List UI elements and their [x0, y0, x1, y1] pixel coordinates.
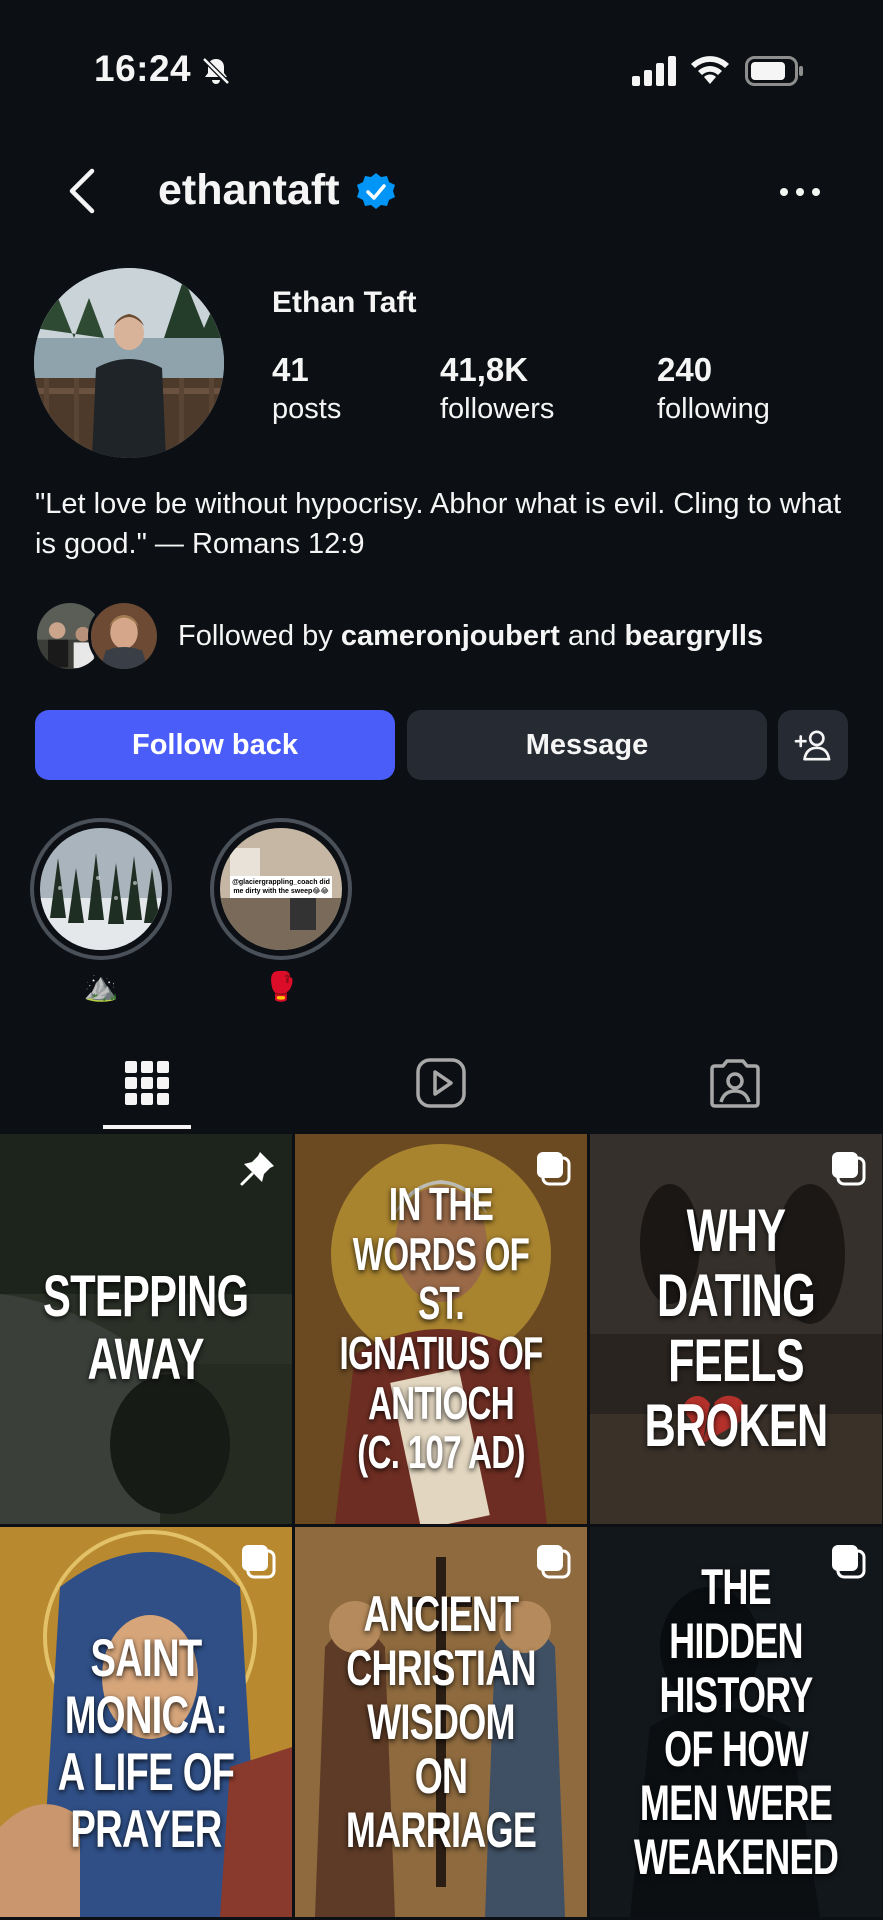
stat-label: following [657, 393, 770, 425]
post-title: THE HIDDEN HISTORY OF HOW MEN WERE WEAKE… [631, 1560, 841, 1884]
post-title-text: WHY DATING FEELS BROKEN [644, 1197, 829, 1459]
display-name: Ethan Taft [272, 286, 417, 319]
mutual-user-2[interactable]: beargrylls [624, 620, 763, 652]
active-tab-indicator [103, 1125, 191, 1129]
message-button[interactable]: Message [407, 710, 767, 780]
post-tile[interactable]: SAINT MONICA: A LIFE OF PRAYER [0, 1527, 292, 1917]
highlight-cover: @glaciergrappling_coach did me dirty wit… [220, 828, 342, 950]
post-title: ANCIENT CHRISTIAN WISDOM ON MARRIAGE [336, 1587, 546, 1857]
battery-icon [745, 56, 803, 86]
post-tile[interactable]: WHY DATING FEELS BROKEN [590, 1134, 882, 1524]
profile-avatar[interactable] [34, 268, 224, 458]
carousel-icon [242, 1545, 276, 1579]
status-bar: 16:24 [0, 0, 883, 140]
highlight-caption: @glaciergrappling_coach did me dirty wit… [230, 876, 332, 898]
post-title-text: STEPPING AWAY [43, 1264, 249, 1392]
following-count[interactable]: 240 following [657, 350, 770, 428]
post-title: IN THE WORDS OF ST. IGNATIUS OF ANTIOCH … [336, 1177, 546, 1479]
carousel-icon [537, 1545, 571, 1579]
posts-count[interactable]: 41 posts [272, 350, 341, 428]
stat-value: 41,8K [440, 351, 529, 388]
back-button[interactable] [64, 166, 100, 216]
pin-icon [240, 1152, 274, 1186]
followers-count[interactable]: 41,8K followers [440, 350, 554, 428]
followed-by-joiner: and [559, 620, 625, 652]
story-highlight-mountain[interactable] [30, 818, 172, 960]
stat-value: 240 [657, 351, 713, 388]
tab-posts-grid[interactable] [119, 1055, 175, 1111]
post-tile[interactable]: STEPPING AWAY [0, 1134, 292, 1524]
carousel-icon [832, 1545, 866, 1579]
suggested-accounts-button[interactable] [778, 710, 848, 780]
post-title-text: ANCIENT CHRISTIAN WISDOM ON MARRIAGE [345, 1586, 537, 1858]
mutual-followers-avatars[interactable] [34, 600, 164, 672]
post-title: SAINT MONICA: A LIFE OF PRAYER [41, 1628, 251, 1860]
avatar [88, 600, 160, 672]
cellular-signal-icon [632, 56, 676, 86]
highlight-label-boxing: 🥊 [263, 971, 299, 1002]
tagged-icon [710, 1059, 760, 1108]
profile-bio: "Let love be without hypocrisy. Abhor wh… [35, 488, 842, 560]
reels-icon [416, 1058, 466, 1108]
status-time: 16:24 [94, 48, 192, 89]
wifi-icon [691, 56, 729, 84]
post-title-text: IN THE WORDS OF ST. IGNATIUS OF ANTIOCH … [339, 1177, 543, 1479]
highlight-cover [40, 828, 162, 950]
followed-by-text[interactable]: Followed by cameronjoubert and beargryll… [178, 620, 763, 653]
post-title: STEPPING AWAY [43, 1264, 249, 1392]
bell-off-icon [202, 57, 230, 85]
verified-badge-icon [357, 173, 395, 209]
carousel-icon [537, 1152, 571, 1186]
stat-label: followers [440, 393, 555, 425]
mutual-user-1[interactable]: cameronjoubert [341, 620, 560, 652]
post-tile[interactable]: ANCIENT CHRISTIAN WISDOM ON MARRIAGE [295, 1527, 587, 1917]
add-person-icon [794, 730, 831, 761]
stat-label: posts [272, 393, 342, 425]
post-title: WHY DATING FEELS BROKEN [631, 1197, 841, 1459]
stat-value: 41 [272, 351, 309, 388]
grid-icon [125, 1061, 169, 1105]
post-title-text: THE HIDDEN HISTORY OF HOW MEN WERE WEAKE… [633, 1559, 839, 1885]
tab-tagged[interactable] [707, 1055, 763, 1111]
follow-back-button[interactable]: Follow back [35, 710, 395, 780]
more-options-button[interactable] [776, 172, 824, 212]
followed-by-prefix: Followed by [178, 620, 341, 652]
post-tile[interactable]: IN THE WORDS OF ST. IGNATIUS OF ANTIOCH … [295, 1134, 587, 1524]
story-highlight-boxing[interactable]: @glaciergrappling_coach did me dirty wit… [210, 818, 352, 960]
tab-reels[interactable] [413, 1055, 469, 1111]
highlight-label-mountain: ⛰️ [83, 971, 119, 1002]
post-tile[interactable]: THE HIDDEN HISTORY OF HOW MEN WERE WEAKE… [590, 1527, 882, 1917]
posts-grid: STEPPING AWAY IN THE WORDS OF ST. IGNATI… [0, 1134, 883, 1920]
post-title-text: SAINT MONICA: A LIFE OF PRAYER [57, 1628, 235, 1860]
profile-username: ethantaft [158, 166, 340, 214]
carousel-icon [832, 1152, 866, 1186]
